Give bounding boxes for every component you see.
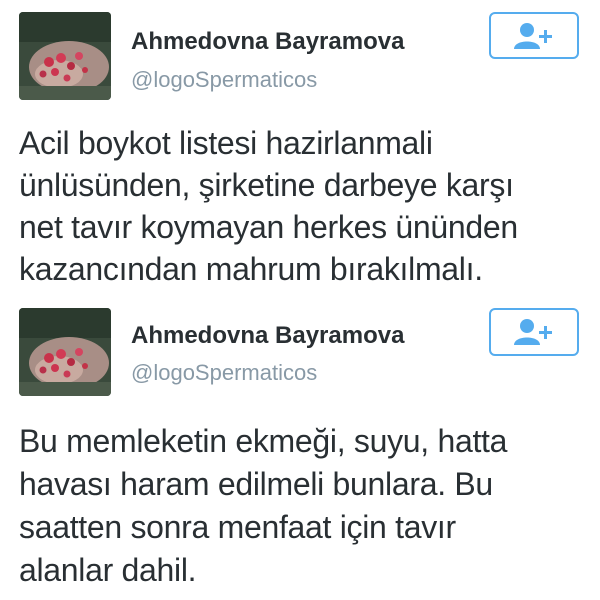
author-name[interactable]: Ahmedovna Bayramova <box>131 322 404 350</box>
follow-button[interactable] <box>489 12 579 59</box>
add-user-icon <box>514 22 552 49</box>
avatar[interactable] <box>19 12 111 100</box>
avatar-image <box>19 308 111 396</box>
tweet-text: Bu memleketin ekmeği, suyu, hatta havası… <box>19 423 508 588</box>
avatar[interactable] <box>19 308 111 396</box>
author-name[interactable]: Ahmedovna Bayramova <box>131 28 404 56</box>
follow-button[interactable] <box>489 308 579 356</box>
author-handle[interactable]: @logoSpermaticos <box>131 360 317 386</box>
avatar-image <box>19 12 111 100</box>
tweet-text: Acil boykot listesi hazirlanmali ünlüsün… <box>19 125 518 287</box>
author-handle[interactable]: @logoSpermaticos <box>131 67 317 93</box>
add-user-icon <box>514 319 552 345</box>
